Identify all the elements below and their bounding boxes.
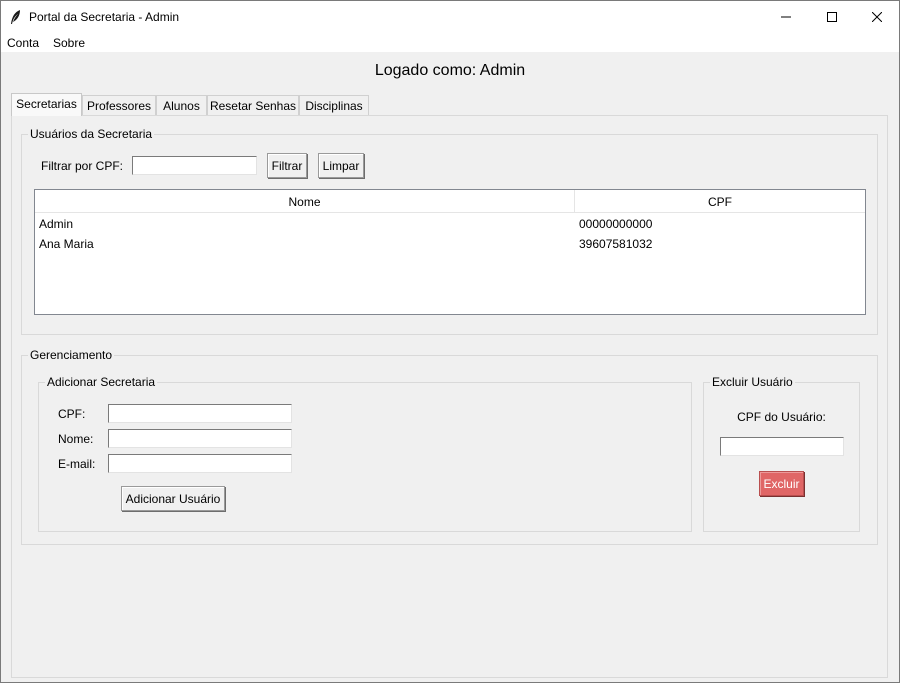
add-secretaria-frame: Adicionar Secretaria CPF: Nome: E-mail: … (38, 375, 692, 532)
tab-resetar-senhas[interactable]: Resetar Senhas (207, 95, 299, 115)
feather-icon (9, 9, 23, 25)
cpf-input[interactable] (108, 404, 292, 423)
users-frame: Usuários da Secretaria Filtrar por CPF: … (21, 127, 878, 335)
delete-cpf-label: CPF do Usuário: (737, 410, 826, 424)
minimize-button[interactable] (763, 1, 809, 33)
table-row[interactable]: Admin 00000000000 (35, 214, 865, 234)
filter-button[interactable]: Filtrar (267, 153, 307, 178)
tab-panel-secretarias: Usuários da Secretaria Filtrar por CPF: … (11, 115, 888, 678)
delete-cpf-input[interactable] (720, 437, 844, 456)
close-icon (872, 12, 882, 22)
management-frame-title: Gerenciamento (28, 348, 115, 362)
column-header-nome[interactable]: Nome (35, 195, 574, 209)
filter-cpf-input[interactable] (132, 156, 257, 175)
cpf-label: CPF: (58, 407, 86, 421)
app-window: Portal da Secretaria - Admin Conta Sobre… (0, 0, 900, 683)
add-user-button[interactable]: Adicionar Usuário (121, 486, 225, 511)
maximize-icon (827, 12, 837, 22)
users-table[interactable]: Nome CPF Admin 00000000000 Ana Maria 396… (34, 189, 866, 315)
window-title: Portal da Secretaria - Admin (29, 10, 180, 24)
title-bar[interactable]: Portal da Secretaria - Admin (1, 1, 899, 33)
cell-nome: Admin (39, 217, 74, 231)
maximize-button[interactable] (809, 1, 855, 33)
logged-in-label: Logado como: Admin (374, 62, 526, 79)
email-input[interactable] (108, 454, 292, 473)
tab-secretarias[interactable]: Secretarias (11, 93, 82, 116)
minimize-icon (781, 16, 791, 18)
table-header: Nome CPF (35, 190, 865, 213)
add-secretaria-title: Adicionar Secretaria (45, 375, 158, 389)
tab-alunos[interactable]: Alunos (156, 95, 207, 115)
filter-cpf-label: Filtrar por CPF: (41, 159, 124, 173)
tab-professores[interactable]: Professores (82, 95, 156, 115)
close-button[interactable] (854, 1, 899, 33)
email-label: E-mail: (58, 457, 96, 471)
delete-user-frame: Excluir Usuário CPF do Usuário: Excluir (703, 375, 860, 532)
tab-disciplinas[interactable]: Disciplinas (299, 95, 369, 115)
delete-user-title: Excluir Usuário (710, 375, 795, 389)
cell-nome: Ana Maria (39, 237, 94, 251)
menu-sobre[interactable]: Sobre (53, 36, 85, 50)
cell-cpf: 39607581032 (579, 237, 653, 251)
menu-bar: Conta Sobre (1, 33, 899, 52)
nome-input[interactable] (108, 429, 292, 448)
menu-conta[interactable]: Conta (7, 36, 39, 50)
nome-label: Nome: (58, 432, 94, 446)
table-row[interactable]: Ana Maria 39607581032 (35, 234, 865, 254)
management-frame: Gerenciamento Adicionar Secretaria CPF: … (21, 348, 878, 545)
cell-cpf: 00000000000 (579, 217, 653, 231)
clear-button[interactable]: Limpar (318, 153, 364, 178)
delete-button[interactable]: Excluir (759, 471, 804, 496)
column-header-cpf[interactable]: CPF (575, 195, 865, 209)
users-frame-title: Usuários da Secretaria (28, 127, 155, 141)
